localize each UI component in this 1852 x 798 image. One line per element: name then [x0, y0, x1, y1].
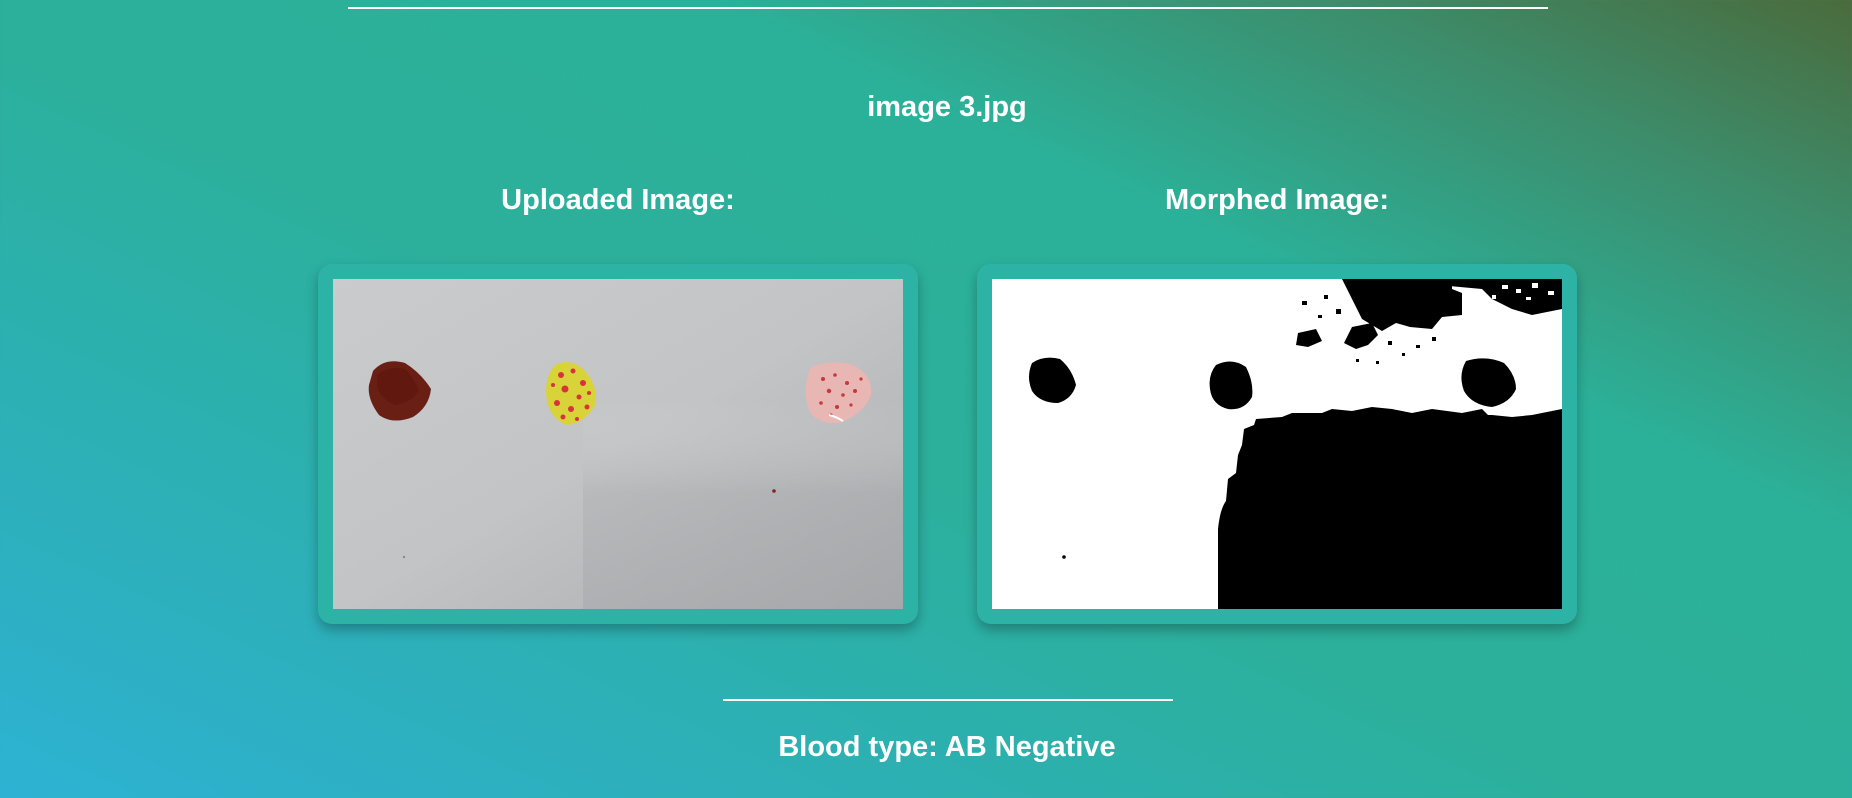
uploaded-image-card: [318, 264, 918, 624]
morphed-image-title: Morphed Image:: [1165, 184, 1389, 216]
morphed-image: [992, 279, 1562, 609]
top-divider: [348, 7, 1548, 9]
file-name-heading: image 3.jpg: [867, 91, 1027, 123]
blood-type-result: Blood type: AB Negative: [778, 731, 1116, 763]
uploaded-image-title: Uploaded Image:: [501, 184, 735, 216]
uploaded-image: [333, 279, 903, 609]
bottom-divider: [723, 699, 1173, 701]
morphed-image-card: [977, 264, 1577, 624]
